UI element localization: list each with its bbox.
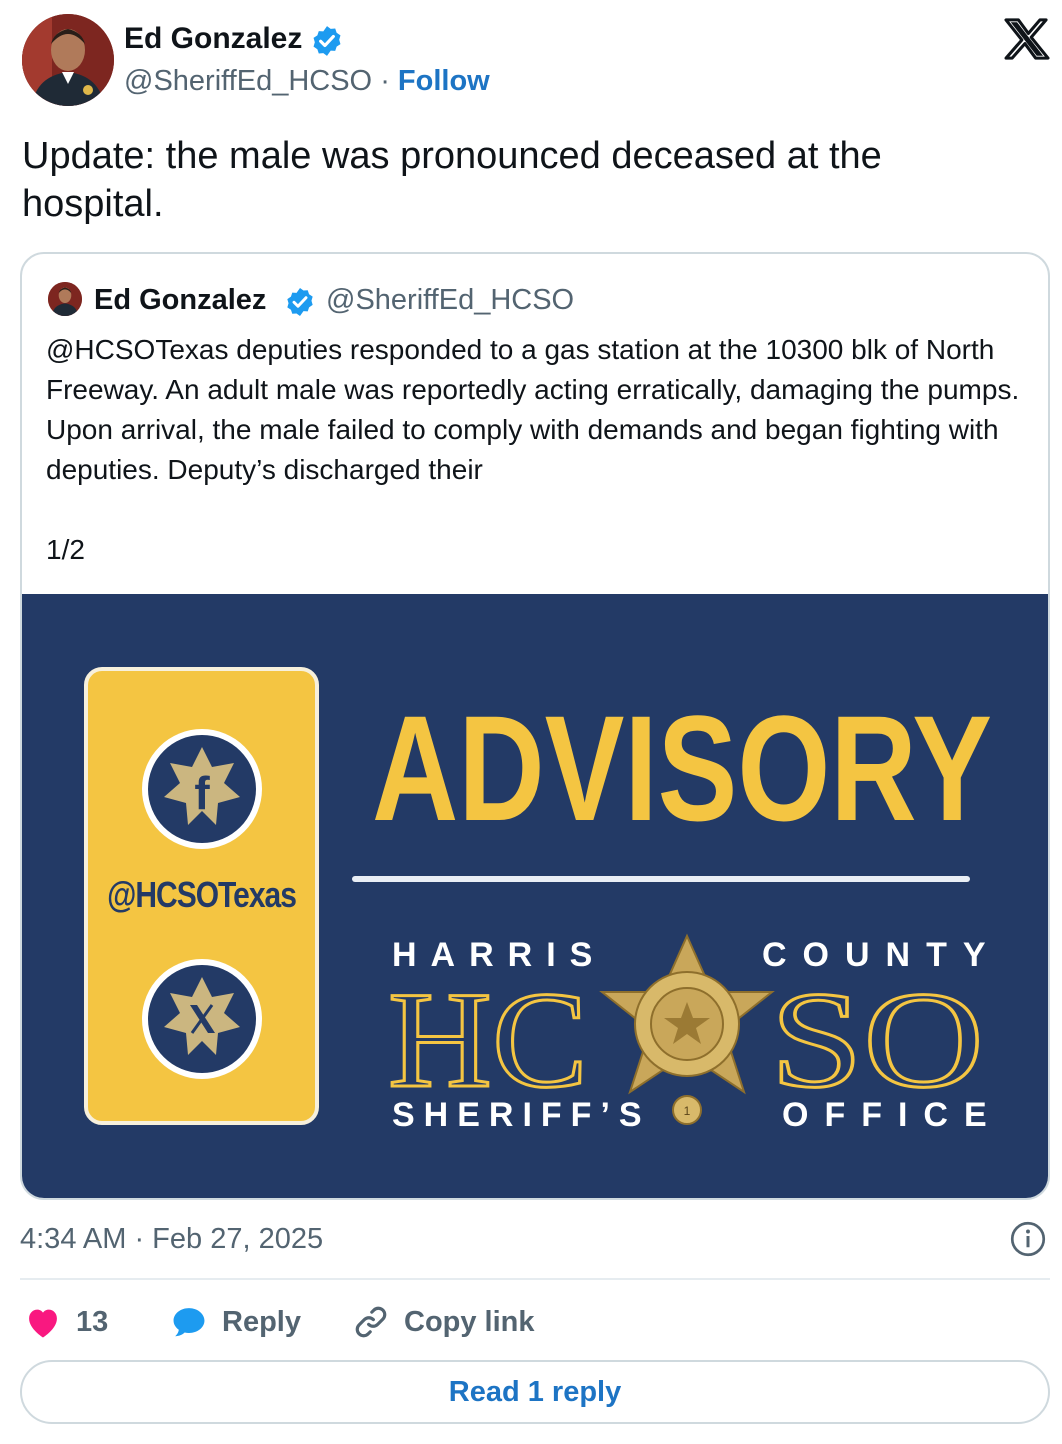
advisory-headline: ADVISORY [372,684,992,842]
tweet-text: Update: the male was pronounced deceased… [22,135,882,225]
divider-line [352,876,970,882]
read-replies-button[interactable]: Read 1 reply [20,1360,1050,1424]
hcso-logo: HARRIS COUNTY HC SO 1 SHERIFF’S OFFICE [387,933,992,1134]
so-letters: SO [770,963,984,1116]
link-icon [355,1306,387,1338]
info-icon[interactable] [1010,1221,1046,1257]
verified-badge-icon [287,288,313,316]
copy-link-button[interactable]: Copy link [352,1300,535,1344]
reply-label: Reply [222,1305,301,1338]
social-panel: f @HCSOTexas [84,667,319,1125]
like-count: 13 [76,1305,109,1338]
svg-text:1: 1 [684,1104,691,1118]
verified-badge-icon [313,26,341,56]
tweet-timestamp[interactable]: 4:34 AM · Feb 27, 2025 [20,1220,323,1258]
speech-bubble-icon [173,1308,205,1337]
separator: · [380,65,390,97]
svg-text:f: f [194,767,210,819]
footer-divider [20,1278,1050,1280]
author-avatar[interactable] [22,14,114,106]
sheriffs-text: SHERIFF’S [392,1096,651,1134]
quoted-author-avatar [48,282,82,316]
x-logo-icon[interactable] [1004,18,1050,60]
quoted-author-handle: @SheriffEd_HCSO [326,284,575,316]
hc-letters: HC [388,963,588,1116]
author-handle[interactable]: @SheriffEd_HCSO [124,65,372,97]
facebook-icon: f [142,729,262,849]
advisory-image[interactable]: f @HCSOTexas ADVISORY HARRIS COUNTY HC S… [22,594,1048,1198]
x-social-icon [142,959,262,1079]
heart-icon [29,1309,57,1338]
thread-page-indicator: 1/2 [46,534,85,565]
quoted-author-name: Ed Gonzalez [94,284,267,316]
author-name[interactable]: Ed Gonzalez [124,20,302,58]
advisory-text: ADVISORY [372,684,992,842]
follow-link[interactable]: Follow [398,65,490,97]
copy-link-label: Copy link [404,1305,535,1338]
quoted-tweet-card[interactable]: Ed Gonzalez @SheriffEd_HCSO @HCSOTexas d… [20,252,1050,1200]
handle-row: @SheriffEd_HCSO · Follow [124,62,490,100]
office-text: OFFICE [782,1096,992,1134]
like-button[interactable]: 13 [24,1300,108,1344]
reply-button[interactable]: Reply [170,1300,301,1344]
social-handle-label: @HCSOTexas [107,875,297,916]
quoted-tweet-text: @HCSOTexas deputies responded to a gas s… [46,334,1020,485]
